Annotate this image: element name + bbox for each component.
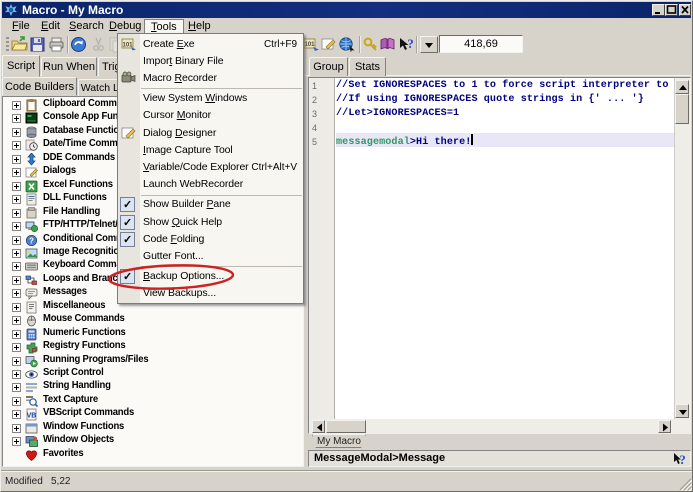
svg-text:?: ? <box>407 36 414 51</box>
svg-text:?: ? <box>679 452 686 466</box>
svg-text:VB: VB <box>27 413 37 420</box>
svg-text:101: 101 <box>304 42 315 48</box>
svg-text:?: ? <box>29 236 34 245</box>
